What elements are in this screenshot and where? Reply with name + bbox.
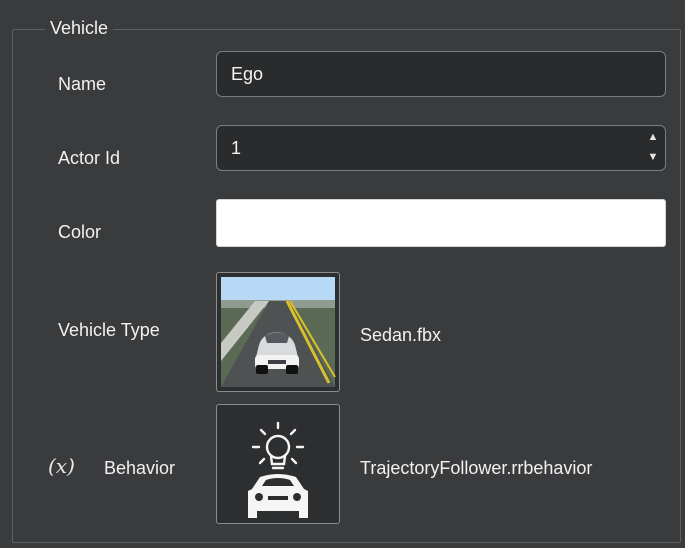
- vehicle-asset-name: Sedan.fbx: [360, 325, 442, 345]
- sedan-preview-image: [221, 277, 336, 387]
- color-label: Color: [58, 222, 102, 242]
- behavior-thumbnail[interactable]: [216, 404, 340, 524]
- name-label: Name: [58, 74, 107, 94]
- behavior-lightbulb-car-icon: [248, 421, 308, 518]
- name-input[interactable]: [216, 51, 666, 97]
- variable-x-icon[interactable]: (x): [48, 454, 75, 478]
- vehicle-type-thumbnail[interactable]: [216, 272, 340, 392]
- color-picker[interactable]: [216, 199, 666, 247]
- actor-id-value: 1: [231, 138, 242, 158]
- behavior-asset-name: TrajectoryFollower.rrbehavior: [360, 458, 593, 478]
- actor-id-spinbox[interactable]: 1 ▲ ▼: [216, 125, 666, 171]
- actor-id-spinner: ▲ ▼: [645, 129, 661, 167]
- arrow-up-icon[interactable]: ▲: [645, 129, 661, 146]
- arrow-down-icon[interactable]: ▼: [645, 149, 661, 166]
- vehicle-group-title: Vehicle: [45, 17, 114, 39]
- behavior-label: Behavior: [104, 458, 176, 478]
- actor-id-label: Actor Id: [58, 148, 121, 168]
- vehicle-type-label: Vehicle Type: [58, 320, 160, 340]
